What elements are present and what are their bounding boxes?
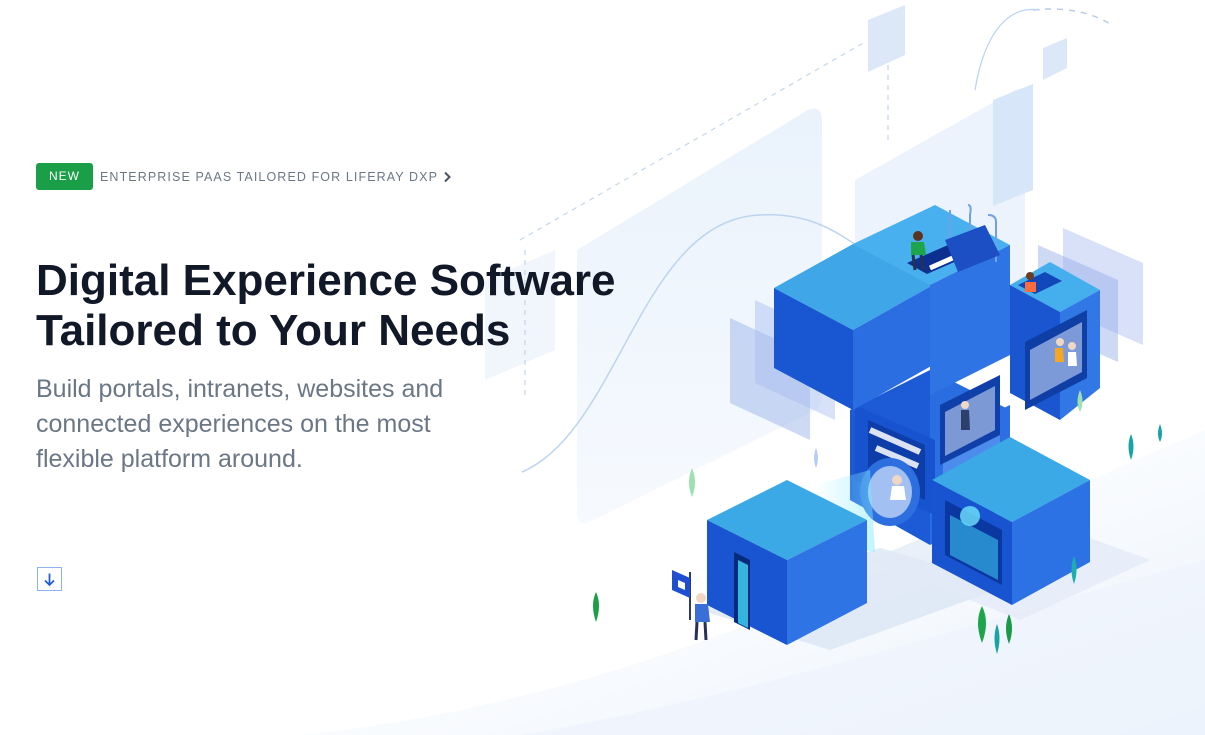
subtitle-line: Build portals, intranets, websites and [36, 375, 444, 403]
hero-subtitle: Build portals, intranets, websites and c… [36, 372, 506, 477]
arrow-down-icon [44, 573, 55, 586]
chevron-right-icon [444, 171, 451, 182]
title-line: Digital Experience Software [36, 256, 616, 305]
hero-section: NEW ENTERPRISE PAAS TAILORED FOR LIFERAY… [0, 0, 1205, 735]
scroll-down-button[interactable] [37, 567, 62, 591]
announcement-text: ENTERPRISE PAAS TAILORED FOR LIFERAY DXP [100, 169, 439, 184]
subtitle-line: flexible platform around. [36, 445, 303, 473]
announcement-link[interactable]: NEW ENTERPRISE PAAS TAILORED FOR LIFERAY… [36, 163, 452, 190]
new-badge: NEW [36, 163, 93, 190]
title-line: Tailored to Your Needs [36, 306, 511, 355]
page-title: Digital Experience Software Tailored to … [36, 256, 636, 356]
subtitle-line: connected experiences on the most [36, 410, 431, 438]
hero-illustration [300, 5, 1205, 735]
